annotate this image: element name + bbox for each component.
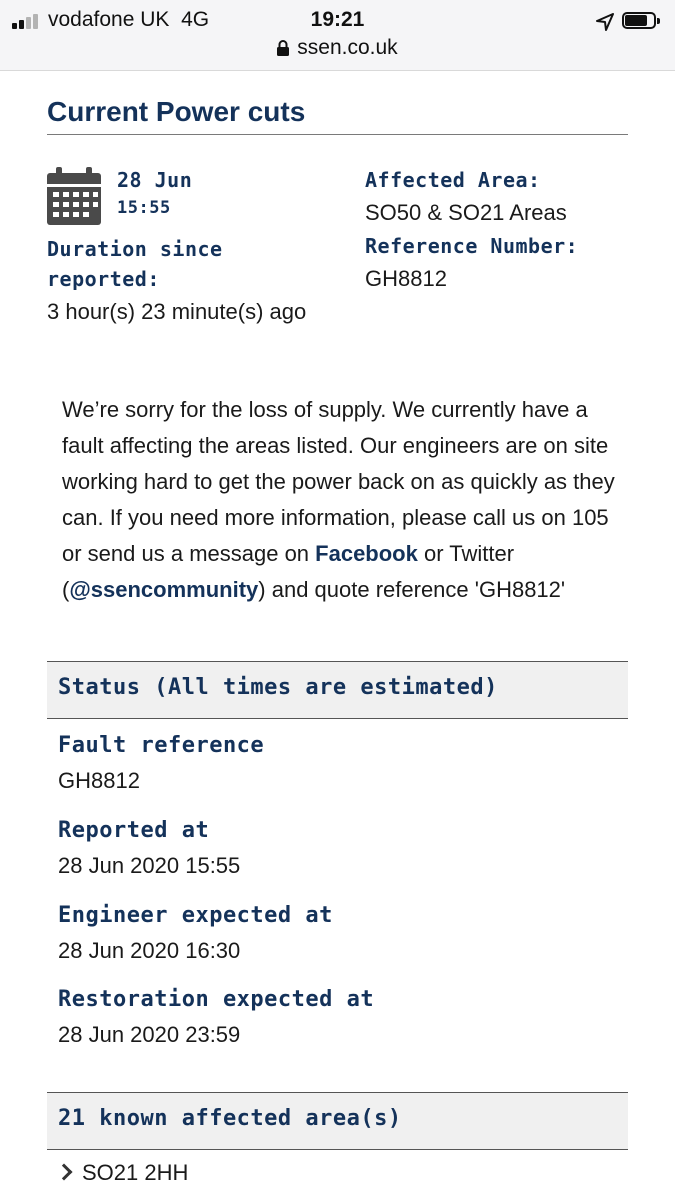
reference-number-value: GH8812 — [365, 266, 447, 291]
engineer-expected-label: Engineer expected at — [58, 903, 333, 928]
restoration-expected-value: 28 Jun 2020 23:59 — [58, 1022, 241, 1047]
affected-areas-title: 21 known affected area(s) — [58, 1106, 402, 1131]
browser-top-bar: vodafone UK 4G 19:21 ssen.co.uk — [0, 0, 675, 71]
page-title: Current Power cuts — [47, 96, 306, 127]
status-bar: vodafone UK 4G 19:21 — [0, 4, 675, 34]
title-divider — [47, 134, 628, 135]
calendar-icon — [47, 167, 101, 225]
affected-areas-header[interactable]: 21 known affected area(s) — [47, 1092, 628, 1150]
fault-reference-value: GH8812 — [58, 768, 140, 793]
affected-area-item[interactable]: SO21 2HH — [55, 1160, 189, 1186]
restoration-expected-label: Restoration expected at — [58, 987, 375, 1012]
duration-label: Duration since reported: — [47, 237, 223, 291]
facebook-link[interactable]: Facebook — [315, 541, 418, 566]
status-section-title: Status (All times are estimated) — [58, 675, 498, 700]
battery-icon — [622, 12, 662, 31]
twitter-handle-link[interactable]: @ssencommunity — [69, 577, 258, 602]
fault-reference-label: Fault reference — [58, 733, 265, 758]
status-clock: 19:21 — [310, 8, 365, 31]
apology-message: We’re sorry for the loss of supply. We c… — [62, 397, 615, 602]
lock-icon — [277, 40, 290, 56]
reported-at-label: Reported at — [58, 818, 210, 843]
cut-date: 28 Jun — [117, 168, 193, 192]
engineer-expected-value: 28 Jun 2020 16:30 — [58, 938, 241, 963]
cut-time: 15:55 — [117, 198, 171, 218]
affected-area-label: Affected Area: — [365, 168, 541, 192]
duration-value: 3 hour(s) 23 minute(s) ago — [47, 299, 307, 324]
status-section-header: Status (All times are estimated) — [47, 661, 628, 719]
location-arrow-icon — [596, 13, 614, 31]
affected-area-value: SO50 & SO21 Areas — [365, 200, 567, 225]
url-text: ssen.co.uk — [297, 36, 398, 59]
affected-area-postcode: SO21 2HH — [82, 1160, 189, 1185]
chevron-right-icon — [55, 1163, 73, 1181]
address-bar[interactable]: ssen.co.uk — [0, 36, 675, 62]
reported-at-value: 28 Jun 2020 15:55 — [58, 853, 241, 878]
reference-number-label: Reference Number: — [365, 234, 579, 258]
